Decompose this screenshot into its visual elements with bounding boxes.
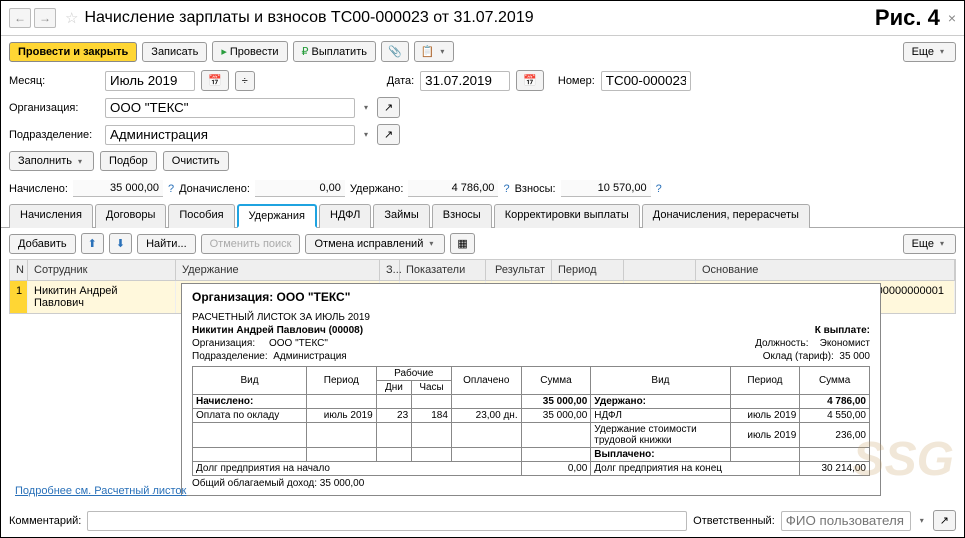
payslip-period: РАСЧЕТНЫЙ ЛИСТОК ЗА ИЮЛЬ 2019 — [192, 312, 870, 323]
tab-deductions[interactable]: Удержания — [237, 204, 317, 228]
org-label: Организация: — [9, 102, 99, 114]
responsible-input[interactable] — [781, 511, 911, 531]
tab-benefits[interactable]: Пособия — [168, 204, 234, 228]
dept-input[interactable] — [105, 125, 355, 145]
help-icon-2[interactable]: ? — [503, 183, 509, 195]
attach-button[interactable]: 📎 — [381, 41, 409, 62]
org-open-button[interactable]: ↗ — [377, 97, 400, 118]
org-input[interactable] — [105, 98, 355, 118]
save-button[interactable]: Записать — [142, 42, 207, 62]
more-button[interactable]: Еще▾ — [903, 42, 956, 62]
report-icon: 📋 — [421, 45, 435, 58]
org-dropdown-icon[interactable]: ▾ — [361, 103, 371, 112]
comment-label: Комментарий: — [9, 515, 81, 527]
withheld-label: Удержано: — [350, 183, 404, 195]
accrued-value: 35 000,00 — [73, 180, 163, 197]
payslip-pay-label: К выплате: — [815, 325, 870, 336]
help-icon[interactable]: ? — [168, 183, 174, 195]
pay-button[interactable]: ₽Выплатить — [293, 41, 376, 62]
pay-icon: ₽ — [302, 45, 309, 58]
help-icon-3[interactable]: ? — [656, 183, 662, 195]
tab-ndfl[interactable]: НДФЛ — [319, 204, 371, 228]
date-label: Дата: — [387, 75, 414, 87]
number-input[interactable] — [601, 71, 691, 91]
payslip-org-title: Организация: ООО "ТЕКС" — [192, 290, 870, 304]
tab-contracts[interactable]: Договоры — [95, 204, 166, 228]
star-icon[interactable]: ☆ — [65, 9, 78, 27]
withheld-value: 4 786,00 — [408, 180, 498, 197]
select-button[interactable]: Подбор — [100, 151, 157, 171]
cancel-fix-button[interactable]: Отмена исправлений▾ — [305, 234, 445, 254]
add-button[interactable]: Добавить — [9, 234, 76, 254]
dept-dropdown-icon[interactable]: ▾ — [361, 130, 371, 139]
taxable-income: Общий облагаемый доход: 35 000,00 — [192, 478, 870, 489]
clip-icon: 📎 — [388, 45, 402, 58]
responsible-dropdown-icon[interactable]: ▾ — [917, 516, 927, 525]
nav-back-button[interactable]: ← — [9, 8, 31, 28]
close-icon[interactable]: × — [948, 10, 956, 26]
post-close-button[interactable]: Провести и закрыть — [9, 42, 137, 62]
fill-button[interactable]: Заполнить▾ — [9, 151, 94, 171]
accrued-label: Начислено: — [9, 183, 68, 195]
extra-value: 0,00 — [255, 180, 345, 197]
month-label: Месяц: — [9, 75, 99, 87]
tab-loans[interactable]: Займы — [373, 204, 429, 228]
dept-label: Подразделение: — [9, 129, 99, 141]
date-calendar-button[interactable]: 📅 — [516, 70, 544, 91]
date-input[interactable] — [420, 71, 510, 91]
cancel-search-button[interactable]: Отменить поиск — [201, 234, 301, 254]
month-calendar-button[interactable]: 📅 — [201, 70, 229, 91]
payslip-emp: Никитин Андрей Павлович (00008) — [192, 325, 363, 336]
payslip-table: Вид Период Рабочие Оплачено Сумма Вид Пе… — [192, 366, 870, 476]
figure-label: Рис. 4 — [875, 5, 940, 31]
move-down-button[interactable]: ⬇ — [109, 233, 132, 254]
move-up-button[interactable]: ⬆ — [81, 233, 104, 254]
responsible-label: Ответственный: — [693, 515, 775, 527]
post-icon: ▸ — [221, 45, 227, 58]
tab-corrections[interactable]: Корректировки выплаты — [494, 204, 640, 228]
payslip-panel: Организация: ООО "ТЕКС" РАСЧЕТНЫЙ ЛИСТОК… — [181, 283, 881, 496]
grid-settings-button[interactable]: ▦ — [450, 233, 474, 254]
tab-additional[interactable]: Доначисления, перерасчеты — [642, 204, 810, 228]
grid-header: N Сотрудник Удержание З... Показатели Ре… — [9, 259, 956, 281]
tabs-bar: Начисления Договоры Пособия Удержания НД… — [1, 203, 964, 228]
page-title: Начисление зарплаты и взносов ТС00-00002… — [84, 9, 874, 27]
comment-input[interactable] — [87, 511, 687, 531]
tab-contributions[interactable]: Взносы — [432, 204, 492, 228]
table-more-button[interactable]: Еще▾ — [903, 234, 956, 254]
month-input[interactable] — [105, 71, 195, 91]
nav-forward-button[interactable]: → — [34, 8, 56, 28]
number-label: Номер: — [558, 75, 595, 87]
report-button[interactable]: 📋▾ — [414, 41, 455, 62]
contrib-label: Взносы: — [515, 183, 556, 195]
dept-open-button[interactable]: ↗ — [377, 124, 400, 145]
tab-accruals[interactable]: Начисления — [9, 204, 93, 228]
find-button[interactable]: Найти... — [137, 234, 196, 254]
responsible-open-button[interactable]: ↗ — [933, 510, 956, 531]
payslip-link[interactable]: Подробнее см. Расчетный листок — [15, 485, 186, 497]
post-button[interactable]: ▸Провести — [212, 41, 287, 62]
extra-label: Доначислено: — [179, 183, 250, 195]
contrib-value: 10 570,00 — [561, 180, 651, 197]
clear-button[interactable]: Очистить — [163, 151, 229, 171]
month-stepper[interactable]: ÷ — [235, 71, 255, 91]
